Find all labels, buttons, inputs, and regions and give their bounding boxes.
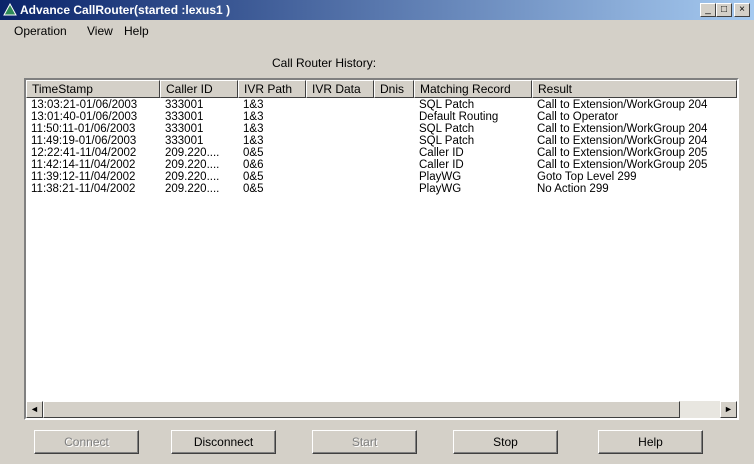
table-row[interactable]: 13:01:40-01/06/2003 333001 1&3 Default Rout… <box>26 111 737 123</box>
help-button[interactable]: Help <box>598 430 703 454</box>
cell-caller-id: 209.220.... <box>165 159 220 171</box>
cell-timestamp: 11:42:14-11/04/2002 <box>31 159 136 171</box>
cell-matching-record: Default Routing <box>419 111 499 123</box>
scroll-right-icon[interactable]: ► <box>720 401 737 418</box>
cell-caller-id: 333001 <box>165 135 204 147</box>
cell-caller-id: 333001 <box>165 99 204 111</box>
menu-help[interactable]: Help <box>124 24 149 38</box>
table-row[interactable]: 11:38:21-11/04/2002 209.220.... 0&5 PlayWG N… <box>26 183 737 195</box>
cell-caller-id: 209.220.... <box>165 147 220 159</box>
table-row[interactable]: 11:42:14-11/04/2002 209.220.... 0&6 Caller … <box>26 159 737 171</box>
menu-view[interactable]: View <box>87 24 113 38</box>
table-row[interactable]: 11:39:12-11/04/2002 209.220.... 0&5 PlayWG G… <box>26 171 737 183</box>
cell-result: Call to Extension/WorkGroup 204 <box>537 135 708 147</box>
cell-ivr-path: 0&6 <box>243 159 264 171</box>
column-header-ivr-path[interactable]: IVR Path <box>238 80 306 98</box>
list-header: TimeStamp Caller ID IVR Path IVR Data Dn… <box>26 80 737 98</box>
cell-result: No Action 299 <box>537 183 609 195</box>
horizontal-scrollbar[interactable]: ◄ ► <box>26 401 737 418</box>
column-header-dnis[interactable]: Dnis <box>374 80 414 98</box>
cell-result: Call to Extension/WorkGroup 205 <box>537 147 708 159</box>
table-row[interactable]: 11:49:19-01/06/2003 333001 1&3 SQL Patch Cal… <box>26 135 737 147</box>
cell-caller-id: 209.220.... <box>165 171 220 183</box>
cell-matching-record: SQL Patch <box>419 135 475 147</box>
cell-timestamp: 12:22:41-11/04/2002 <box>31 147 137 159</box>
cell-matching-record: PlayWG <box>419 183 462 195</box>
cell-result: Call to Extension/WorkGroup 205 <box>537 159 708 171</box>
cell-result: Goto Top Level 299 <box>537 171 637 183</box>
cell-ivr-path: 1&3 <box>243 135 264 147</box>
close-button[interactable]: × <box>734 3 750 17</box>
cell-matching-record: Caller ID <box>419 147 464 159</box>
scroll-left-icon[interactable]: ◄ <box>26 401 43 418</box>
column-header-caller-id[interactable]: Caller ID <box>160 80 238 98</box>
stop-button[interactable]: Stop <box>453 430 558 454</box>
app-icon <box>3 3 17 16</box>
table-row[interactable]: 11:50:11-01/06/2003 333001 1&3 SQL Patch Cal… <box>26 123 737 135</box>
cell-timestamp: 13:01:40-01/06/2003 <box>31 111 138 123</box>
cell-timestamp: 11:50:11-01/06/2003 <box>31 123 136 135</box>
cell-caller-id: 333001 <box>165 111 204 123</box>
cell-matching-record: Caller ID <box>419 159 464 171</box>
title-bar: Advance CallRouter(started :lexus1 ) _ □… <box>0 0 754 20</box>
cell-caller-id: 209.220.... <box>165 183 220 195</box>
cell-result: Call to Operator <box>537 111 619 123</box>
cell-ivr-path: 0&5 <box>243 147 264 159</box>
column-header-result[interactable]: Result <box>532 80 737 98</box>
cell-timestamp: 11:38:21-11/04/2002 <box>31 183 136 195</box>
cell-ivr-path: 1&3 <box>243 123 264 135</box>
cell-matching-record: PlayWG <box>419 171 462 183</box>
cell-ivr-path: 1&3 <box>243 99 264 111</box>
minimize-button[interactable]: _ <box>700 3 716 17</box>
cell-timestamp: 13:03:21-01/06/2003 <box>31 99 138 111</box>
table-row[interactable]: 12:22:41-11/04/2002 209.220.... 0&5 Caller … <box>26 147 737 159</box>
history-label: Call Router History: <box>272 56 377 70</box>
maximize-button[interactable]: □ <box>716 3 732 17</box>
cell-result: Call to Extension/WorkGroup 204 <box>537 99 708 111</box>
table-row[interactable]: 13:03:21-01/06/2003 333001 1&3 SQL Patch Cal… <box>26 99 737 111</box>
cell-matching-record: SQL Patch <box>419 123 475 135</box>
cell-ivr-path: 0&5 <box>243 183 264 195</box>
cell-caller-id: 333001 <box>165 123 204 135</box>
list-rows: 13:03:21-01/06/2003 333001 1&3 SQL Patch Cal… <box>26 99 737 195</box>
column-header-matching-record[interactable]: Matching Record <box>414 80 532 98</box>
disconnect-button[interactable]: Disconnect <box>171 430 276 454</box>
menu-operation[interactable]: Operation <box>14 24 67 38</box>
scroll-thumb[interactable] <box>43 401 680 418</box>
menu-bar: Operation View Help <box>0 21 754 41</box>
column-header-ivr-data[interactable]: IVR Data <box>306 80 374 98</box>
cell-timestamp: 11:49:19-01/06/2003 <box>31 135 137 147</box>
connect-button[interactable]: Connect <box>34 430 139 454</box>
cell-timestamp: 11:39:12-11/04/2002 <box>31 171 136 183</box>
cell-ivr-path: 0&5 <box>243 171 264 183</box>
cell-matching-record: SQL Patch <box>419 99 475 111</box>
cell-ivr-path: 1&3 <box>243 111 264 123</box>
column-header-timestamp[interactable]: TimeStamp <box>26 80 160 98</box>
start-button[interactable]: Start <box>312 430 417 454</box>
cell-result: Call to Extension/WorkGroup 204 <box>537 123 708 135</box>
call-history-list[interactable]: TimeStamp Caller ID IVR Path IVR Data Dn… <box>24 78 739 420</box>
window-title: Advance CallRouter(started :lexus1 ) <box>20 3 231 17</box>
